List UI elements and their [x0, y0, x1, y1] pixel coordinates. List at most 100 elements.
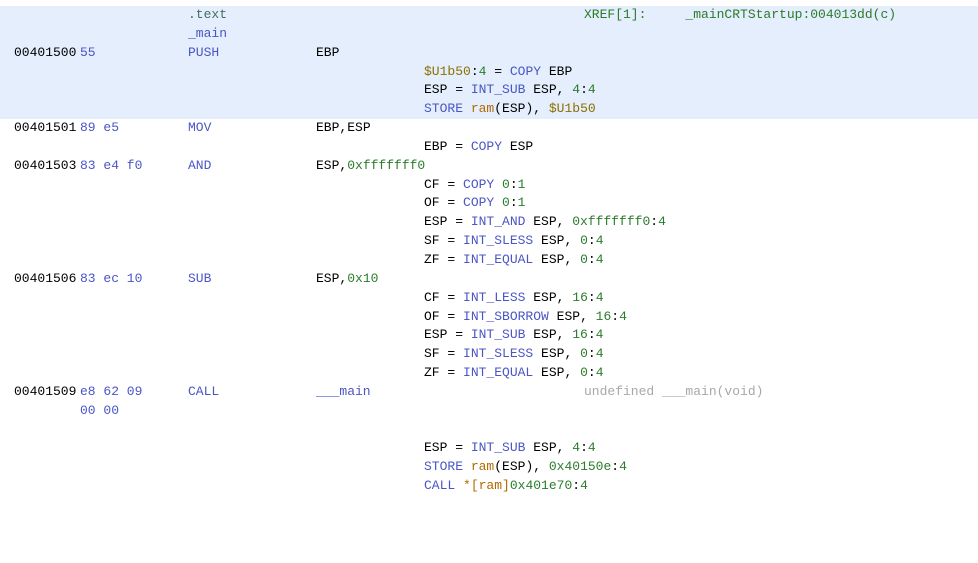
pcode-text: STORE ram(ESP), $U1b50	[424, 100, 978, 119]
pcode-text: EBP = COPY ESP	[424, 138, 978, 157]
operand-token: SF =	[424, 233, 463, 248]
operand-token: INT_LESS	[463, 290, 525, 305]
operands-col	[316, 25, 584, 44]
operand-token: ESP	[525, 214, 556, 229]
operand-token: ESP	[533, 346, 564, 361]
operand-token: STORE	[424, 101, 463, 116]
mnemonic-col: AND	[188, 157, 316, 176]
operand-token: ESP =	[424, 327, 471, 342]
pcode-row[interactable]: ZF = INT_EQUAL ESP, 0:4	[0, 364, 978, 383]
operand-token: *[ram]	[463, 478, 510, 493]
blank-row[interactable]	[0, 421, 978, 440]
pcode-indent	[0, 477, 424, 496]
operand-token: INT_SBORROW	[463, 309, 549, 324]
pcode-text: ESP = INT_SUB ESP, 4:4	[424, 81, 978, 100]
operand-token: CF =	[424, 290, 463, 305]
disassembly-listing[interactable]: .textXREF[1]: _mainCRTStartup:004013dd(c…	[0, 0, 978, 496]
operand-token: ESP	[525, 327, 556, 342]
mnemonic-value: SUB	[188, 271, 211, 286]
function-label-row[interactable]: _main	[0, 25, 978, 44]
operand-token: ,	[557, 440, 573, 455]
operand-token: ,	[564, 252, 580, 267]
operand-token: ESP	[533, 252, 564, 267]
eol-comment	[584, 270, 978, 289]
pcode-row[interactable]: $U1b50:4 = COPY EBP	[0, 63, 978, 82]
pcode-row[interactable]: ESP = INT_SUB ESP, 4:4	[0, 439, 978, 458]
operand-token: ___main	[316, 384, 371, 399]
pcode-row[interactable]: STORE ram(ESP), $U1b50	[0, 100, 978, 119]
instruction-row[interactable]: 00401509e8 62 09CALL___mainundefined ___…	[0, 383, 978, 402]
operand-token: COPY	[463, 195, 494, 210]
function-label[interactable]: _main	[188, 26, 227, 41]
bytes-value: 55	[80, 44, 188, 63]
operand-token: CF =	[424, 177, 463, 192]
pcode-row[interactable]: ESP = INT_SUB ESP, 16:4	[0, 326, 978, 345]
pcode-indent	[0, 100, 424, 119]
operand-token: 0	[580, 346, 588, 361]
operands-col: ESP,0xfffffff0	[316, 157, 584, 176]
pcode-row[interactable]: CF = INT_LESS ESP, 16:4	[0, 289, 978, 308]
operand-token: INT_EQUAL	[463, 365, 533, 380]
operands-col: EBP,ESP	[316, 119, 584, 138]
pcode-text: STORE ram(ESP), 0x40150e:4	[424, 458, 978, 477]
operands-col	[316, 6, 584, 25]
operand-token: ,	[533, 101, 549, 116]
operand-token: EBP =	[424, 139, 471, 154]
pcode-row[interactable]: ESP = INT_AND ESP, 0xfffffff0:4	[0, 213, 978, 232]
operand-token: 4	[596, 233, 604, 248]
operand-token: 0x10	[347, 271, 378, 286]
operand-token: 1	[518, 195, 526, 210]
operands-col: ___main	[316, 383, 584, 402]
instruction-row[interactable]: 0040150383 e4 f0ANDESP,0xfffffff0	[0, 157, 978, 176]
operand-token: OF =	[424, 309, 463, 324]
pcode-text: ESP = INT_SUB ESP, 16:4	[424, 326, 978, 345]
pcode-row[interactable]: STORE ram(ESP), 0x40150e:4	[0, 458, 978, 477]
pcode-row[interactable]: OF = INT_SBORROW ESP, 16:4	[0, 308, 978, 327]
address-value: 00401501	[0, 119, 80, 138]
operand-token: ,	[557, 327, 573, 342]
bytes-continuation-row[interactable]: 00 00	[0, 402, 978, 421]
instruction-row[interactable]: 0040150683 ec 10SUBESP,0x10	[0, 270, 978, 289]
operand-token: 4	[572, 440, 580, 455]
operand-token	[455, 478, 463, 493]
pcode-indent	[0, 194, 424, 213]
operand-token: ,	[564, 346, 580, 361]
pcode-row[interactable]: CF = COPY 0:1	[0, 176, 978, 195]
pcode-row[interactable]: CALL *[ram]0x401e70:4	[0, 477, 978, 496]
pcode-indent	[0, 81, 424, 100]
operand-token: 0	[502, 177, 510, 192]
operand-token: COPY	[463, 177, 494, 192]
operand-token: SF =	[424, 346, 463, 361]
pcode-row[interactable]: OF = COPY 0:1	[0, 194, 978, 213]
instruction-row[interactable]: 0040150189 e5MOVEBP,ESP	[0, 119, 978, 138]
operand-token: INT_EQUAL	[463, 252, 533, 267]
operand-token: 4	[658, 214, 666, 229]
operand-token: INT_AND	[471, 214, 526, 229]
operand-token: 16	[596, 309, 612, 324]
operand-token: =	[486, 64, 509, 79]
pcode-row[interactable]: SF = INT_SLESS ESP, 0:4	[0, 232, 978, 251]
mnemonic-value: PUSH	[188, 45, 219, 60]
pcode-row[interactable]: ESP = INT_SUB ESP, 4:4	[0, 81, 978, 100]
section-header-row[interactable]: .textXREF[1]: _mainCRTStartup:004013dd(c…	[0, 6, 978, 25]
pcode-row[interactable]: ZF = INT_EQUAL ESP, 0:4	[0, 251, 978, 270]
operand-token: ESP =	[424, 82, 471, 97]
operand-token: 4	[596, 346, 604, 361]
pcode-indent	[0, 345, 424, 364]
operand-token: ,	[580, 309, 596, 324]
operand-token: CALL	[424, 478, 455, 493]
operand-token: :	[650, 214, 658, 229]
operand-token: :	[572, 478, 580, 493]
pcode-row[interactable]: SF = INT_SLESS ESP, 0:4	[0, 345, 978, 364]
operand-token: :	[510, 195, 518, 210]
instruction-row[interactable]: 0040150055PUSHEBP	[0, 44, 978, 63]
address-value: 00401500	[0, 44, 80, 63]
operand-token: ,	[557, 82, 573, 97]
pcode-row[interactable]: EBP = COPY ESP	[0, 138, 978, 157]
eol-comment	[584, 44, 978, 63]
xref-target[interactable]: _mainCRTStartup:004013dd(c)	[685, 7, 896, 22]
pcode-indent	[0, 308, 424, 327]
operand-token: 4	[588, 440, 596, 455]
operands-col	[316, 402, 584, 421]
section-name: .text	[188, 7, 227, 22]
